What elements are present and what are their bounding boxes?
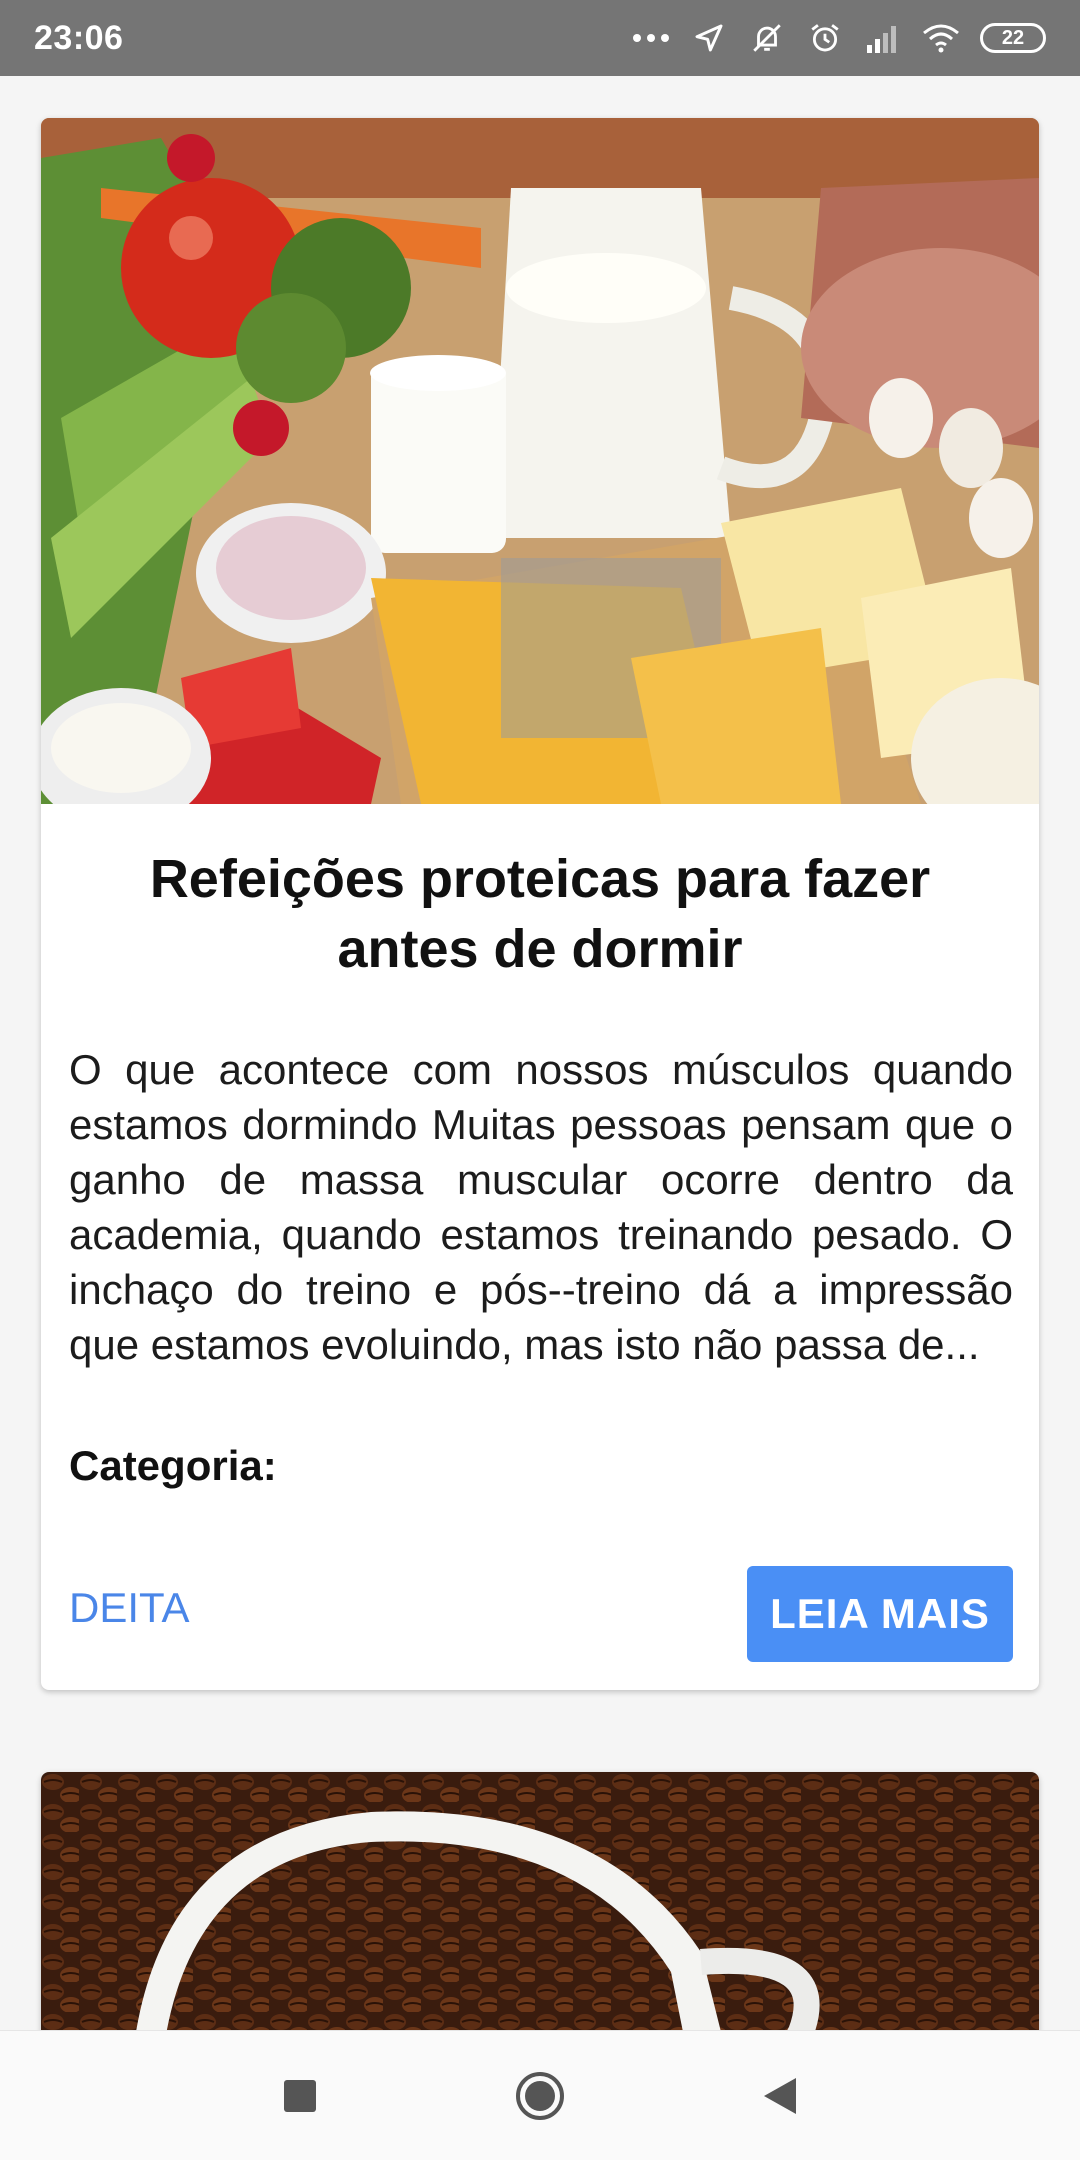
mute-bell-icon: [748, 19, 786, 57]
status-time: 23:06: [34, 18, 124, 57]
status-icons: 22: [632, 19, 1046, 57]
wifi-icon: [922, 19, 960, 57]
food-protein-image[interactable]: [41, 118, 1039, 804]
battery-icon: 22: [980, 23, 1046, 53]
back-icon[interactable]: [745, 2061, 815, 2131]
recent-apps-icon[interactable]: [265, 2061, 335, 2131]
signal-icon: [864, 19, 902, 57]
category-label: Categoria:: [69, 1442, 277, 1489]
coffee-beans-image[interactable]: [41, 1772, 1039, 2030]
location-arrow-icon: [690, 19, 728, 57]
article-excerpt: O que acontece com nossos músculos quand…: [69, 1046, 1013, 1368]
feed[interactable]: Refeições proteicas para fazer antes de …: [0, 76, 1080, 2030]
more-dots-icon: [632, 19, 670, 57]
read-more-button[interactable]: LEIA MAIS: [747, 1566, 1013, 1662]
article-card[interactable]: [41, 1772, 1039, 2030]
home-icon[interactable]: [505, 2061, 575, 2131]
status-bar: 23:06 22: [0, 0, 1080, 76]
navigation-bar: [0, 2030, 1080, 2160]
category-link[interactable]: DEITA: [69, 1584, 190, 1632]
article-card[interactable]: Refeições proteicas para fazer antes de …: [41, 118, 1039, 1690]
alarm-icon: [806, 19, 844, 57]
article-title[interactable]: Refeições proteicas para fazer antes de …: [81, 844, 999, 984]
card-footer: DEITA LEIA MAIS: [69, 1566, 1013, 1662]
